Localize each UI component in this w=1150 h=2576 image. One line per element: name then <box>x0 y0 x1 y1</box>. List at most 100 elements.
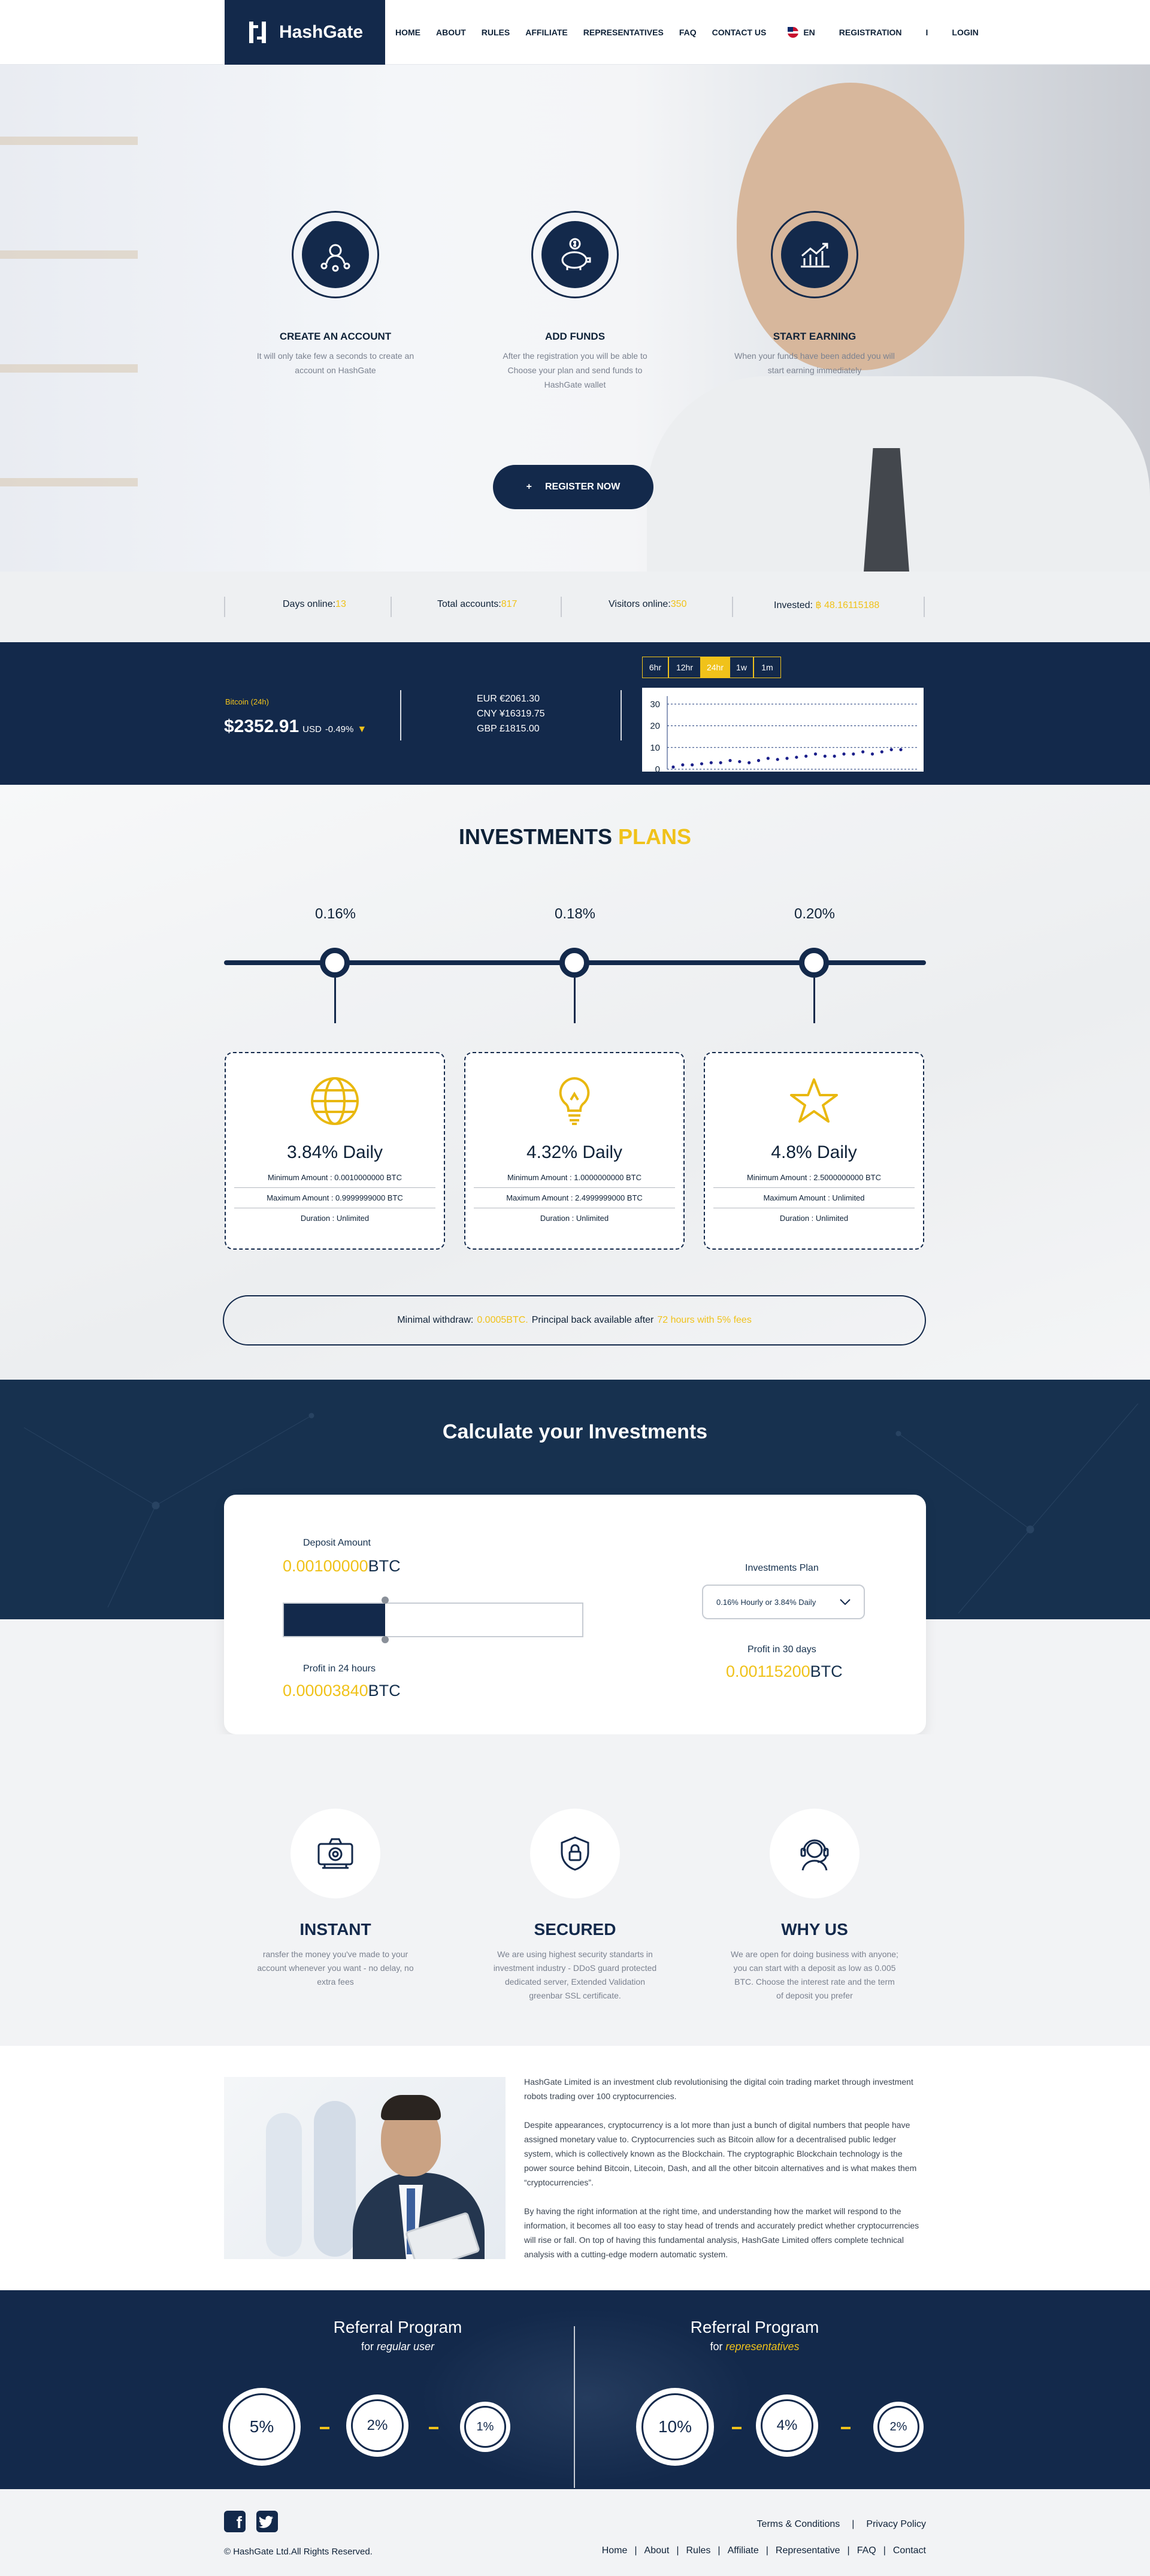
slider-handle[interactable] <box>382 1636 389 1643</box>
period-1m[interactable]: 1m <box>753 657 781 678</box>
privacy-link[interactable]: Privacy Policy <box>866 2519 926 2530</box>
calculator-title: Calculate your Investments <box>442 1420 708 1443</box>
headset-icon <box>800 1839 829 1871</box>
chart-point <box>852 752 855 756</box>
plan-rate-2: 0.18% <box>554 906 596 922</box>
referral-level-2: 4% <box>756 2394 818 2457</box>
chart-point <box>766 757 770 760</box>
plus-icon: + <box>526 482 532 492</box>
piggy-bank-icon <box>561 238 591 270</box>
terms-link[interactable]: Terms & Conditions <box>757 2519 840 2530</box>
bitcoin-price: $2352.91 <box>224 716 299 736</box>
chart-point <box>861 750 865 754</box>
stat-visitors-online: Visitors online:350 <box>609 599 687 609</box>
chart-tick-label: 0 <box>655 764 660 772</box>
deposit-slider[interactable] <box>283 1597 583 1643</box>
nav-registration[interactable]: REGISTRATION <box>839 28 902 37</box>
nav-login[interactable]: LOGIN <box>952 28 978 37</box>
footer-nav: Home | About | Rules | Affiliate | Represent… <box>601 2545 926 2556</box>
referral-level-1: 10% <box>636 2388 714 2466</box>
footer-link-representative[interactable]: Representative <box>776 2545 840 2556</box>
step-add-funds: ADD FUNDS After the registration you wil… <box>476 211 674 392</box>
referral-level-3: 2% <box>873 2402 924 2452</box>
period-12hr[interactable]: 12hr <box>668 657 701 678</box>
period-24hr[interactable]: 24hr <box>701 657 730 678</box>
principal-label: Principal back available after <box>531 1315 654 1325</box>
plan-duration: Duration : Unlimited <box>540 1214 609 1223</box>
footer-link-home[interactable]: Home <box>602 2545 628 2556</box>
growth-chart-icon <box>801 243 830 268</box>
period-1w[interactable]: 1w <box>730 657 753 678</box>
register-now-button[interactable]: + REGISTER NOW <box>493 465 653 509</box>
chart-point <box>691 763 694 767</box>
footer-link-affiliate[interactable]: Affiliate <box>728 2545 759 2556</box>
facebook-icon[interactable]: f <box>224 2511 246 2532</box>
chevron-down-icon <box>840 1599 851 1605</box>
businessman-tablet-image <box>224 2077 506 2259</box>
footer-link-about[interactable]: About <box>644 2545 670 2556</box>
step-text: When your funds have been added you will… <box>734 351 895 375</box>
feature-title: SECURED <box>534 1920 616 1939</box>
feature-text: We are open for doing business with anyo… <box>731 1949 898 2000</box>
plan-rate-1: 0.16% <box>314 906 356 922</box>
period-6hr[interactable]: 6hr <box>642 657 668 678</box>
feature-text: ransfer the money you've made to your ac… <box>257 1949 414 1987</box>
feature-instant: INSTANT ransfer the money you've made to… <box>237 1809 434 1989</box>
referral-level-2: 2% <box>346 2394 408 2457</box>
step-title: START EARNING <box>773 331 857 342</box>
plan-max: Maximum Amount : 0.9999999000 BTC <box>234 1188 435 1208</box>
nav-representatives[interactable]: REPRESENTATIVES <box>583 28 664 37</box>
footer-link-contact[interactable]: Contact <box>893 2545 926 2556</box>
chart-point <box>719 761 722 764</box>
referral-reps-title: Referral Program <box>690 2318 819 2336</box>
globe-icon <box>311 1077 359 1125</box>
language-selector[interactable]: EN <box>788 27 815 38</box>
footer-link-faq[interactable]: FAQ <box>857 2545 876 2556</box>
chart-tick-label: 30 <box>650 699 660 709</box>
nav-faq[interactable]: FAQ <box>679 28 697 37</box>
stats-bar: Days online:13 Total accounts:817 Visito… <box>0 572 1150 642</box>
plans-title: INVESTMENTS PLANS <box>458 824 692 849</box>
logo-text: HashGate <box>279 22 364 42</box>
chart-point <box>700 762 704 766</box>
profit24-amount: 0.00003840BTC <box>283 1682 401 1700</box>
nav-contact[interactable]: CONTACT US <box>712 28 767 37</box>
referral-level-1: 5% <box>223 2388 301 2466</box>
profit24-label: Profit in 24 hours <box>303 1664 376 1674</box>
plan-select-value: 0.16% Hourly or 3.84% Daily <box>716 1597 816 1607</box>
nav-affiliate[interactable]: AFFILIATE <box>525 28 568 37</box>
bitcoin-price-chart: 30 20 10 0 <box>642 688 924 772</box>
step-title: CREATE AN ACCOUNT <box>279 331 392 342</box>
timeline-node <box>320 948 350 978</box>
rate-eur: EUR €2061.30 <box>477 694 540 704</box>
plan-min: Minimum Amount : 1.0000000000 BTC <box>474 1168 675 1188</box>
bitcoin-price-block: $2352.91 USD -0.49% ▼ <box>224 716 367 737</box>
about-section: HashGate Limited is an investment club r… <box>0 2046 1150 2290</box>
about-text: HashGate Limited is an investment club r… <box>524 2075 925 2276</box>
shield-lock-icon <box>561 1836 589 1871</box>
plan-card-2[interactable]: 4.32% Daily Minimum Amount : 1.000000000… <box>464 1052 685 1250</box>
referral-regular-title: Referral Program <box>333 2318 462 2336</box>
footer-link-rules[interactable]: Rules <box>686 2545 711 2556</box>
twitter-icon[interactable] <box>256 2511 278 2532</box>
nav-home[interactable]: HOME <box>395 28 420 37</box>
feature-title: WHY US <box>781 1920 848 1939</box>
chart-point <box>833 754 836 758</box>
plan-daily: 3.84% Daily <box>286 1142 383 1162</box>
principal-value: 72 hours with 5% fees <box>657 1315 752 1325</box>
plan-card-3[interactable]: 4.8% Daily Minimum Amount : 2.5000000000… <box>704 1052 924 1250</box>
site-footer: f © HashGate Ltd.All Rights Reserved. Te… <box>0 2489 1150 2576</box>
plan-select[interactable]: 0.16% Hourly or 3.84% Daily <box>702 1585 865 1619</box>
plan-card-1[interactable]: 3.84% Daily Minimum Amount : 0.001000000… <box>225 1052 445 1250</box>
bitcoin-currency: USD <box>302 724 322 734</box>
features-section: INSTANT ransfer the money you've made to… <box>0 1734 1150 2046</box>
nav-rules[interactable]: RULES <box>482 28 510 37</box>
logo[interactable]: HashGate <box>225 0 385 65</box>
down-arrow-icon: ▼ <box>357 724 367 734</box>
nav-about[interactable]: ABOUT <box>436 28 466 37</box>
fx-rates: EUR €2061.30 CNY ¥16319.75 GBP £1815.00 <box>477 691 545 736</box>
profit30-amount: 0.00115200BTC <box>726 1662 843 1680</box>
slider-handle[interactable] <box>382 1597 389 1604</box>
step-text: It will only take few a seconds to creat… <box>256 351 414 375</box>
social-links: f <box>224 2511 278 2532</box>
